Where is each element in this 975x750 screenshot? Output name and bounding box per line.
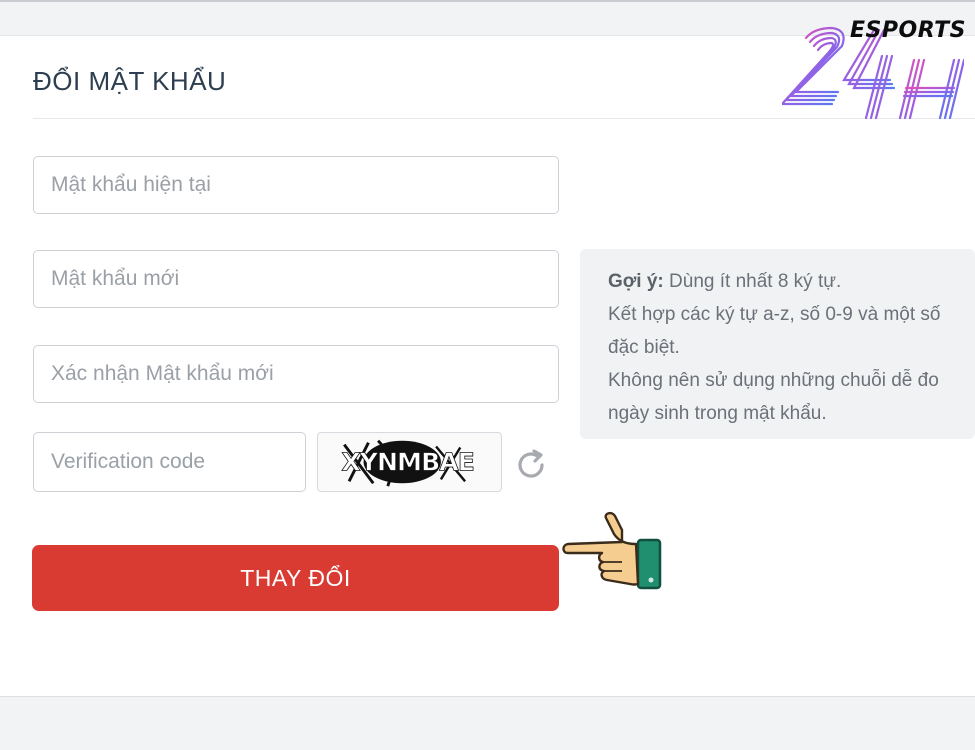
hint-label: Gợi ý:: [608, 271, 664, 292]
verification-code-field[interactable]: [33, 432, 306, 492]
change-password-card: ĐỔI MẬT KHẨU XYNMBAE Gợi ý: Dùng ít nhất…: [0, 35, 975, 697]
hint-line-2: Kết hợp các ký tự a-z, số 0-9 và một số: [608, 304, 941, 325]
hint-line-3: đặc biệt.: [608, 337, 680, 358]
new-password-field[interactable]: [33, 250, 559, 308]
confirm-password-field[interactable]: [33, 345, 559, 403]
hint-text-1: Dùng ít nhất 8 ký tự.: [663, 271, 842, 292]
hint-line-4: Không nên sử dụng những chuỗi dễ đo: [608, 370, 939, 391]
captcha-image: XYNMBAE: [317, 432, 502, 492]
submit-change-button[interactable]: THAY ĐỔI: [32, 545, 559, 611]
logo-brand-text: ESPORTS: [850, 18, 967, 43]
refresh-icon[interactable]: [513, 447, 549, 483]
captcha-text: XYNMBAE: [341, 448, 474, 477]
hint-line-5: ngày sinh trong mật khẩu.: [608, 403, 827, 424]
current-password-field[interactable]: [33, 156, 559, 214]
page-title: ĐỔI MẬT KHẨU: [33, 66, 227, 96]
password-hint-box: Gợi ý: Dùng ít nhất 8 ký tự. Kết hợp các…: [580, 249, 975, 439]
pointing-hand-icon: [562, 510, 664, 594]
hint-line-1: Gợi ý: Dùng ít nhất 8 ký tự.: [608, 265, 975, 298]
